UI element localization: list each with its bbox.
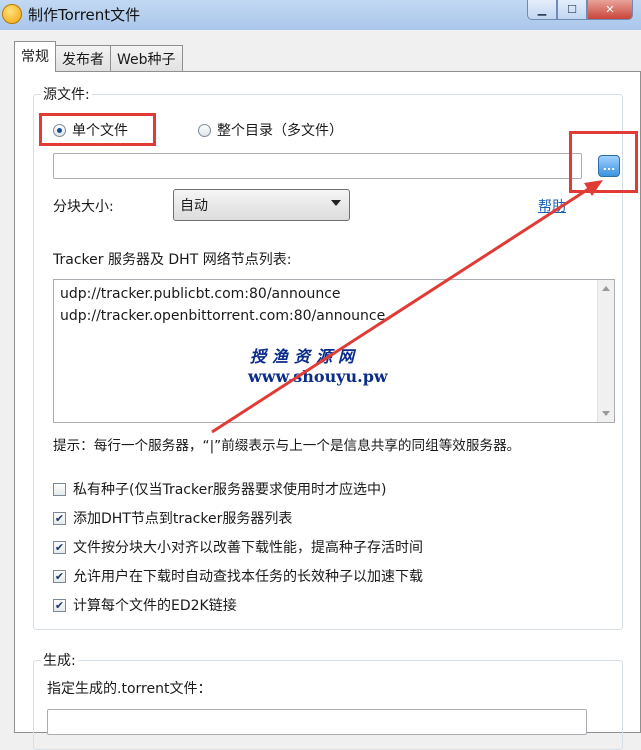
radio-single-file-label: 单个文件: [72, 123, 128, 139]
option-label: 私有种子(仅当Tracker服务器要求使用时才应选中): [73, 482, 387, 498]
option-label: 文件按分块大小对齐以改善下载性能，提高种子存活时间: [73, 540, 423, 556]
watermark-url: www.shouyu.pw: [248, 367, 388, 386]
tab-publisher[interactable]: 发布者: [55, 45, 111, 72]
output-group-label: 生成:: [41, 650, 78, 670]
minimize-button[interactable]: ▁: [527, 0, 557, 20]
radio-unchecked-icon: [198, 123, 211, 137]
app-icon: [2, 4, 22, 24]
maximize-button[interactable]: ☐: [557, 0, 587, 20]
tracker-line: udp://tracker.publicbt.com:80/announce: [60, 286, 341, 302]
checkbox-unchecked-icon: [53, 482, 66, 496]
option-long-seed-search[interactable]: ✔ 允许用户在下载时自动查找本任务的长效种子以加速下载: [53, 566, 423, 586]
option-ed2k-links[interactable]: ✔ 计算每个文件的ED2K链接: [53, 595, 237, 615]
watermark-title: 授渔资源网: [250, 347, 361, 366]
close-icon: ✕: [605, 3, 615, 16]
tab-web-seeds[interactable]: Web种子: [110, 45, 183, 72]
ellipsis-icon: ...: [602, 159, 616, 173]
piece-size-select[interactable]: 自动: [173, 189, 350, 221]
tab-general[interactable]: 常规: [14, 41, 56, 72]
scroll-down-icon: [602, 411, 610, 416]
tracker-hint: 提示：每行一个服务器，“|”前缀表示与上一个是信息共享的同组等效服务器。: [53, 438, 521, 454]
option-label: 计算每个文件的ED2K链接: [73, 598, 237, 614]
close-button[interactable]: ✕: [587, 0, 633, 20]
scroll-up-icon: [602, 286, 610, 291]
output-path-input[interactable]: [47, 709, 587, 735]
tracker-list-label: Tracker 服务器及 DHT 网络节点列表:: [53, 252, 292, 268]
output-group: [33, 660, 623, 750]
radio-whole-directory[interactable]: 整个目录（多文件）: [198, 120, 343, 140]
piece-size-label: 分块大小:: [53, 199, 114, 215]
maximize-icon: ☐: [567, 3, 577, 16]
source-path-input[interactable]: [53, 153, 582, 179]
tracker-line: udp://tracker.openbittorrent.com:80/anno…: [60, 308, 386, 324]
option-label: 添加DHT节点到tracker服务器列表: [73, 511, 293, 527]
checkmark-icon: ✔: [53, 569, 66, 583]
window-controls: ▁ ☐ ✕: [527, 0, 633, 20]
window-title: 制作Torrent文件: [28, 6, 141, 24]
checkmark-icon: ✔: [53, 511, 66, 525]
option-label: 允许用户在下载时自动查找本任务的长效种子以加速下载: [73, 569, 423, 585]
source-group-label: 源文件:: [41, 84, 92, 104]
output-file-label: 指定生成的.torrent文件：: [47, 681, 212, 697]
piece-size-value: 自动: [180, 198, 208, 214]
dropdown-arrow-icon: [331, 200, 341, 206]
minimize-icon: ▁: [537, 3, 547, 16]
browse-source-button[interactable]: ...: [598, 155, 620, 177]
radio-whole-directory-label: 整个目录（多文件）: [217, 123, 343, 139]
radio-checked-icon: [53, 123, 66, 137]
tracker-scrollbar[interactable]: [597, 280, 614, 422]
radio-single-file[interactable]: 单个文件: [53, 120, 128, 140]
help-link[interactable]: 帮助: [538, 196, 566, 216]
option-private-torrent[interactable]: 私有种子(仅当Tracker服务器要求使用时才应选中): [53, 479, 386, 499]
option-add-dht[interactable]: ✔ 添加DHT节点到tracker服务器列表: [53, 508, 292, 528]
tab-panel-general: 源文件: 单个文件 整个目录（多文件） ... 分块大小: 自动 帮助 Trac…: [14, 71, 641, 750]
option-align-pieces[interactable]: ✔ 文件按分块大小对齐以改善下载性能，提高种子存活时间: [53, 537, 423, 557]
checkmark-icon: ✔: [53, 598, 66, 612]
title-bar[interactable]: 制作Torrent文件 ▁ ☐ ✕: [0, 0, 641, 30]
tab-strip: 常规 发布者 Web种子: [14, 41, 183, 72]
checkmark-icon: ✔: [53, 540, 66, 554]
